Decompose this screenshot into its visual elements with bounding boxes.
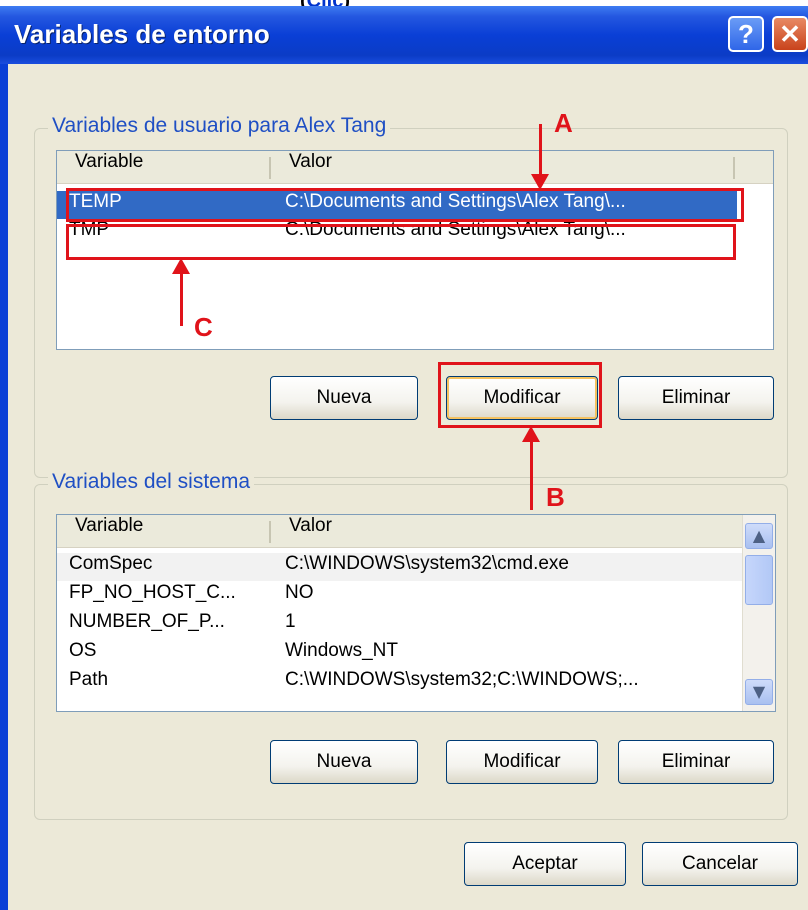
system-var-row[interactable]: FP_NO_HOST_C... NO — [57, 582, 743, 610]
system-variables-list[interactable]: Variable Valor ComSpec C:\WINDOWS\system… — [56, 514, 776, 712]
annotation-b-line — [530, 440, 533, 510]
system-var-row[interactable]: NUMBER_OF_P... 1 — [57, 611, 743, 639]
var-value: C:\WINDOWS\system32\cmd.exe — [285, 553, 569, 574]
scroll-down-button[interactable]: ▼ — [745, 679, 773, 705]
system-new-button[interactable]: Nueva — [270, 740, 418, 784]
system-delete-button[interactable]: Eliminar — [618, 740, 774, 784]
column-valor[interactable]: Valor — [289, 151, 332, 183]
scroll-thumb[interactable] — [745, 555, 773, 605]
user-variables-legend: Variables de usuario para Alex Tang — [48, 114, 391, 138]
column-divider[interactable] — [733, 157, 735, 179]
system-var-row[interactable]: OS Windows_NT — [57, 640, 743, 668]
column-divider[interactable] — [269, 157, 271, 179]
annotation-c-arrowhead — [172, 258, 190, 274]
var-name: NUMBER_OF_P... — [69, 611, 225, 632]
close-button[interactable]: ✕ — [772, 16, 808, 52]
annotation-b-label: B — [546, 482, 565, 512]
user-delete-button[interactable]: Eliminar — [618, 376, 774, 420]
list-header: Variable Valor — [57, 151, 773, 184]
var-name: Path — [69, 669, 109, 690]
annotation-b-arrowhead — [522, 426, 540, 442]
ok-button[interactable]: Aceptar — [464, 842, 626, 886]
system-edit-button[interactable]: Modificar — [446, 740, 598, 784]
user-new-button[interactable]: Nueva — [270, 376, 418, 420]
annotation-a-label: A — [554, 108, 573, 138]
column-divider[interactable] — [269, 521, 271, 543]
list-header: Variable Valor — [57, 515, 743, 548]
environment-variables-dialog: Variables de entorno ? ✕ Variables de us… — [0, 6, 808, 910]
var-value: NO — [285, 582, 314, 603]
var-value: 1 — [285, 611, 296, 632]
title-bar[interactable]: Variables de entorno ? ✕ — [0, 6, 808, 64]
column-valor[interactable]: Valor — [289, 515, 332, 547]
cancel-button[interactable]: Cancelar — [642, 842, 798, 886]
var-name: FP_NO_HOST_C... — [69, 582, 236, 603]
var-name: ComSpec — [69, 553, 153, 574]
column-variable[interactable]: Variable — [75, 151, 143, 183]
system-variables-legend: Variables del sistema — [48, 470, 255, 494]
system-var-row[interactable]: Path C:\WINDOWS\system32;C:\WINDOWS;... — [57, 669, 743, 697]
annotation-c-line — [180, 272, 183, 326]
window-title: Variables de entorno — [14, 19, 270, 49]
var-value: C:\WINDOWS\system32;C:\WINDOWS;... — [285, 669, 639, 690]
highlight-box-rows — [66, 224, 736, 260]
vertical-scrollbar[interactable]: ▲ ▼ — [742, 515, 775, 711]
annotation-a-line — [539, 124, 542, 180]
highlight-box-modificar — [438, 362, 602, 428]
highlight-box-selected-row — [66, 188, 744, 222]
scroll-up-button[interactable]: ▲ — [745, 523, 773, 549]
chevron-down-icon: ▼ — [752, 682, 766, 701]
help-button[interactable]: ? — [728, 16, 764, 52]
dialog-client-area: Variables de usuario para Alex Tang Vari… — [8, 64, 808, 910]
column-variable[interactable]: Variable — [75, 515, 143, 547]
annotation-a-arrowhead — [531, 174, 549, 190]
var-value: Windows_NT — [285, 640, 398, 661]
annotation-c-label: C — [194, 312, 213, 342]
chevron-up-icon: ▲ — [752, 526, 766, 545]
var-name: OS — [69, 640, 97, 661]
help-icon: ? — [738, 19, 754, 49]
system-var-row[interactable]: ComSpec C:\WINDOWS\system32\cmd.exe — [57, 553, 743, 581]
close-icon: ✕ — [779, 19, 801, 49]
